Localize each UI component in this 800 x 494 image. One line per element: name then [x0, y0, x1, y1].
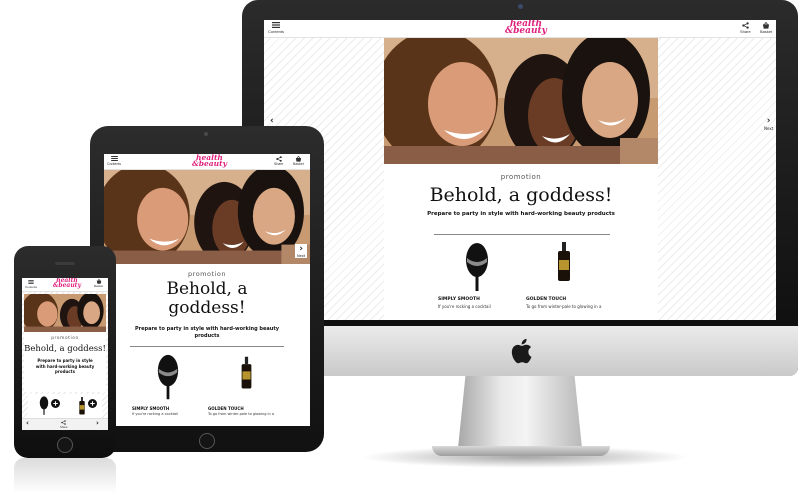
- chevron-left-icon: ‹: [26, 419, 29, 427]
- health-beauty-logo[interactable]: health &beauty: [505, 20, 547, 37]
- apple-logo-icon: [511, 338, 532, 364]
- imac-camera: [518, 4, 523, 9]
- basket-label: Basket: [94, 284, 104, 288]
- share-button[interactable]: Share: [60, 420, 67, 429]
- share-button[interactable]: Share: [740, 22, 751, 34]
- article-headline: Behold, a goddess!: [24, 344, 106, 354]
- plus-icon[interactable]: [51, 399, 60, 408]
- logo-line2: &beauty: [505, 26, 547, 37]
- headline-line1: Behold, a: [166, 279, 248, 299]
- product-name-golden-touch: GOLDEN TOUCH: [208, 406, 244, 411]
- subhead-line1: Prepare to party in style: [37, 358, 93, 363]
- basket-button[interactable]: Basket: [293, 156, 304, 166]
- basket-label: Basket: [293, 162, 304, 166]
- app-topbar: Contents health &beauty Share Basket: [264, 20, 776, 38]
- next-label: Next: [764, 126, 774, 131]
- subhead-line3: products: [55, 369, 75, 374]
- three-women-laughing-photo: [104, 170, 310, 264]
- simply-smooth-product-image: [39, 396, 49, 415]
- basket-label: Basket: [760, 29, 773, 34]
- golden-touch-product-image: [79, 397, 85, 415]
- three-women-laughing-photo: [384, 38, 658, 164]
- product-desc-golden-touch: To go from winter-pale to glowing in a: [526, 304, 602, 309]
- section-label: promotion: [500, 173, 542, 181]
- device-mockup-showcase: Contents health &beauty Share Basket pro…: [0, 0, 800, 494]
- article-card: promotion Behold, a goddess! Prepare to …: [24, 332, 106, 392]
- imac-base: [432, 446, 610, 456]
- next-page-button[interactable]: ›: [96, 419, 99, 427]
- previous-page-button[interactable]: ‹: [270, 116, 274, 126]
- product-desc-simply-smooth: If you're rocking a cocktail: [438, 304, 491, 309]
- product-strip: [28, 394, 102, 418]
- basket-button[interactable]: Basket: [94, 279, 103, 288]
- share-label: Share: [274, 162, 284, 166]
- article-card: promotion Behold, a goddess! Prepare to …: [116, 264, 298, 426]
- article-subhead: Prepare to party in style with hard-work…: [427, 211, 615, 217]
- iphone-screen: Contents health &beauty Basket promotion…: [22, 278, 108, 430]
- chevron-left-icon: ‹: [270, 116, 274, 126]
- chevron-right-icon: ›: [96, 419, 99, 427]
- golden-touch-product-image: [241, 356, 252, 389]
- health-beauty-logo[interactable]: health &beauty: [53, 278, 81, 289]
- contents-label: Contents: [107, 162, 122, 166]
- contents-button[interactable]: Contents: [268, 22, 284, 34]
- next-page-button[interactable]: › Next: [295, 244, 308, 258]
- contents-button[interactable]: Contents: [107, 156, 121, 166]
- logo-line2: &beauty: [192, 158, 227, 168]
- share-label: Share: [740, 29, 751, 34]
- share-button[interactable]: Share: [274, 156, 283, 166]
- article-subhead: Prepare to party in style with hard-work…: [134, 326, 279, 339]
- previous-page-button[interactable]: ‹: [26, 419, 29, 427]
- product-name-golden-touch: GOLDEN TOUCH: [526, 297, 567, 302]
- ipad-camera: [204, 132, 208, 136]
- golden-touch-product-image: [558, 242, 570, 281]
- ipad-screen: Contents health &beauty Share Basket pro…: [104, 154, 310, 426]
- three-women-laughing-photo: [24, 294, 106, 332]
- basket-icon: [762, 22, 770, 29]
- divider: [434, 234, 610, 235]
- contents-label: Contents: [268, 29, 285, 34]
- article-card: promotion Behold, a goddess! Prepare to …: [384, 164, 658, 320]
- chevron-right-icon: ›: [299, 244, 303, 254]
- menu-icon: [110, 156, 118, 161]
- contents-label: Contents: [25, 285, 38, 289]
- share-icon: [742, 22, 749, 29]
- menu-icon: [28, 280, 34, 284]
- basket-button[interactable]: Basket: [760, 22, 772, 34]
- plus-icon[interactable]: [88, 399, 97, 408]
- hero-photo: [384, 38, 658, 164]
- chevron-right-icon: ›: [766, 116, 771, 126]
- simply-smooth-product-image: [157, 354, 179, 400]
- next-page-button[interactable]: › Next: [764, 116, 773, 131]
- ipad-home-button: [199, 433, 215, 449]
- menu-icon: [272, 22, 280, 28]
- article-headline: Behold, a goddess!: [429, 184, 613, 206]
- iphone-speaker: [55, 262, 75, 265]
- product-desc-golden-touch: To go from winter-pale to glowing in a: [208, 412, 274, 416]
- imac-stand: [458, 376, 582, 448]
- product-name-simply-smooth: SIMPLY SMOOTH: [132, 406, 170, 411]
- headline-line2: goddess!: [168, 298, 246, 318]
- section-label: promotion: [51, 336, 79, 341]
- hero-photo: [104, 170, 310, 264]
- article-subhead: Prepare to party in style with hard-work…: [26, 358, 104, 375]
- logo-line2: &beauty: [53, 281, 81, 289]
- contents-button[interactable]: Contents: [25, 280, 37, 289]
- iphone-home-button: [57, 437, 73, 453]
- next-label: Next: [297, 254, 306, 258]
- hero-photo: [24, 294, 106, 332]
- product-desc-simply-smooth: If you're rocking a cocktail: [132, 412, 179, 416]
- app-topbar: Contents health &beauty Share Basket: [104, 154, 310, 170]
- health-beauty-logo[interactable]: health &beauty: [192, 154, 227, 168]
- bottom-toolbar: ‹ Share ›: [22, 418, 108, 430]
- iphone-reflection: [14, 458, 116, 494]
- imac-screen: Contents health &beauty Share Basket pro…: [264, 20, 776, 320]
- app-topbar: Contents health &beauty Basket: [22, 278, 108, 292]
- share-label: Share: [60, 425, 68, 429]
- section-label: promotion: [188, 270, 226, 278]
- product-name-simply-smooth: SIMPLY SMOOTH: [438, 297, 480, 302]
- article-headline: Behold, a goddess!: [116, 280, 298, 318]
- divider: [130, 346, 284, 347]
- simply-smooth-product-image: [466, 243, 488, 291]
